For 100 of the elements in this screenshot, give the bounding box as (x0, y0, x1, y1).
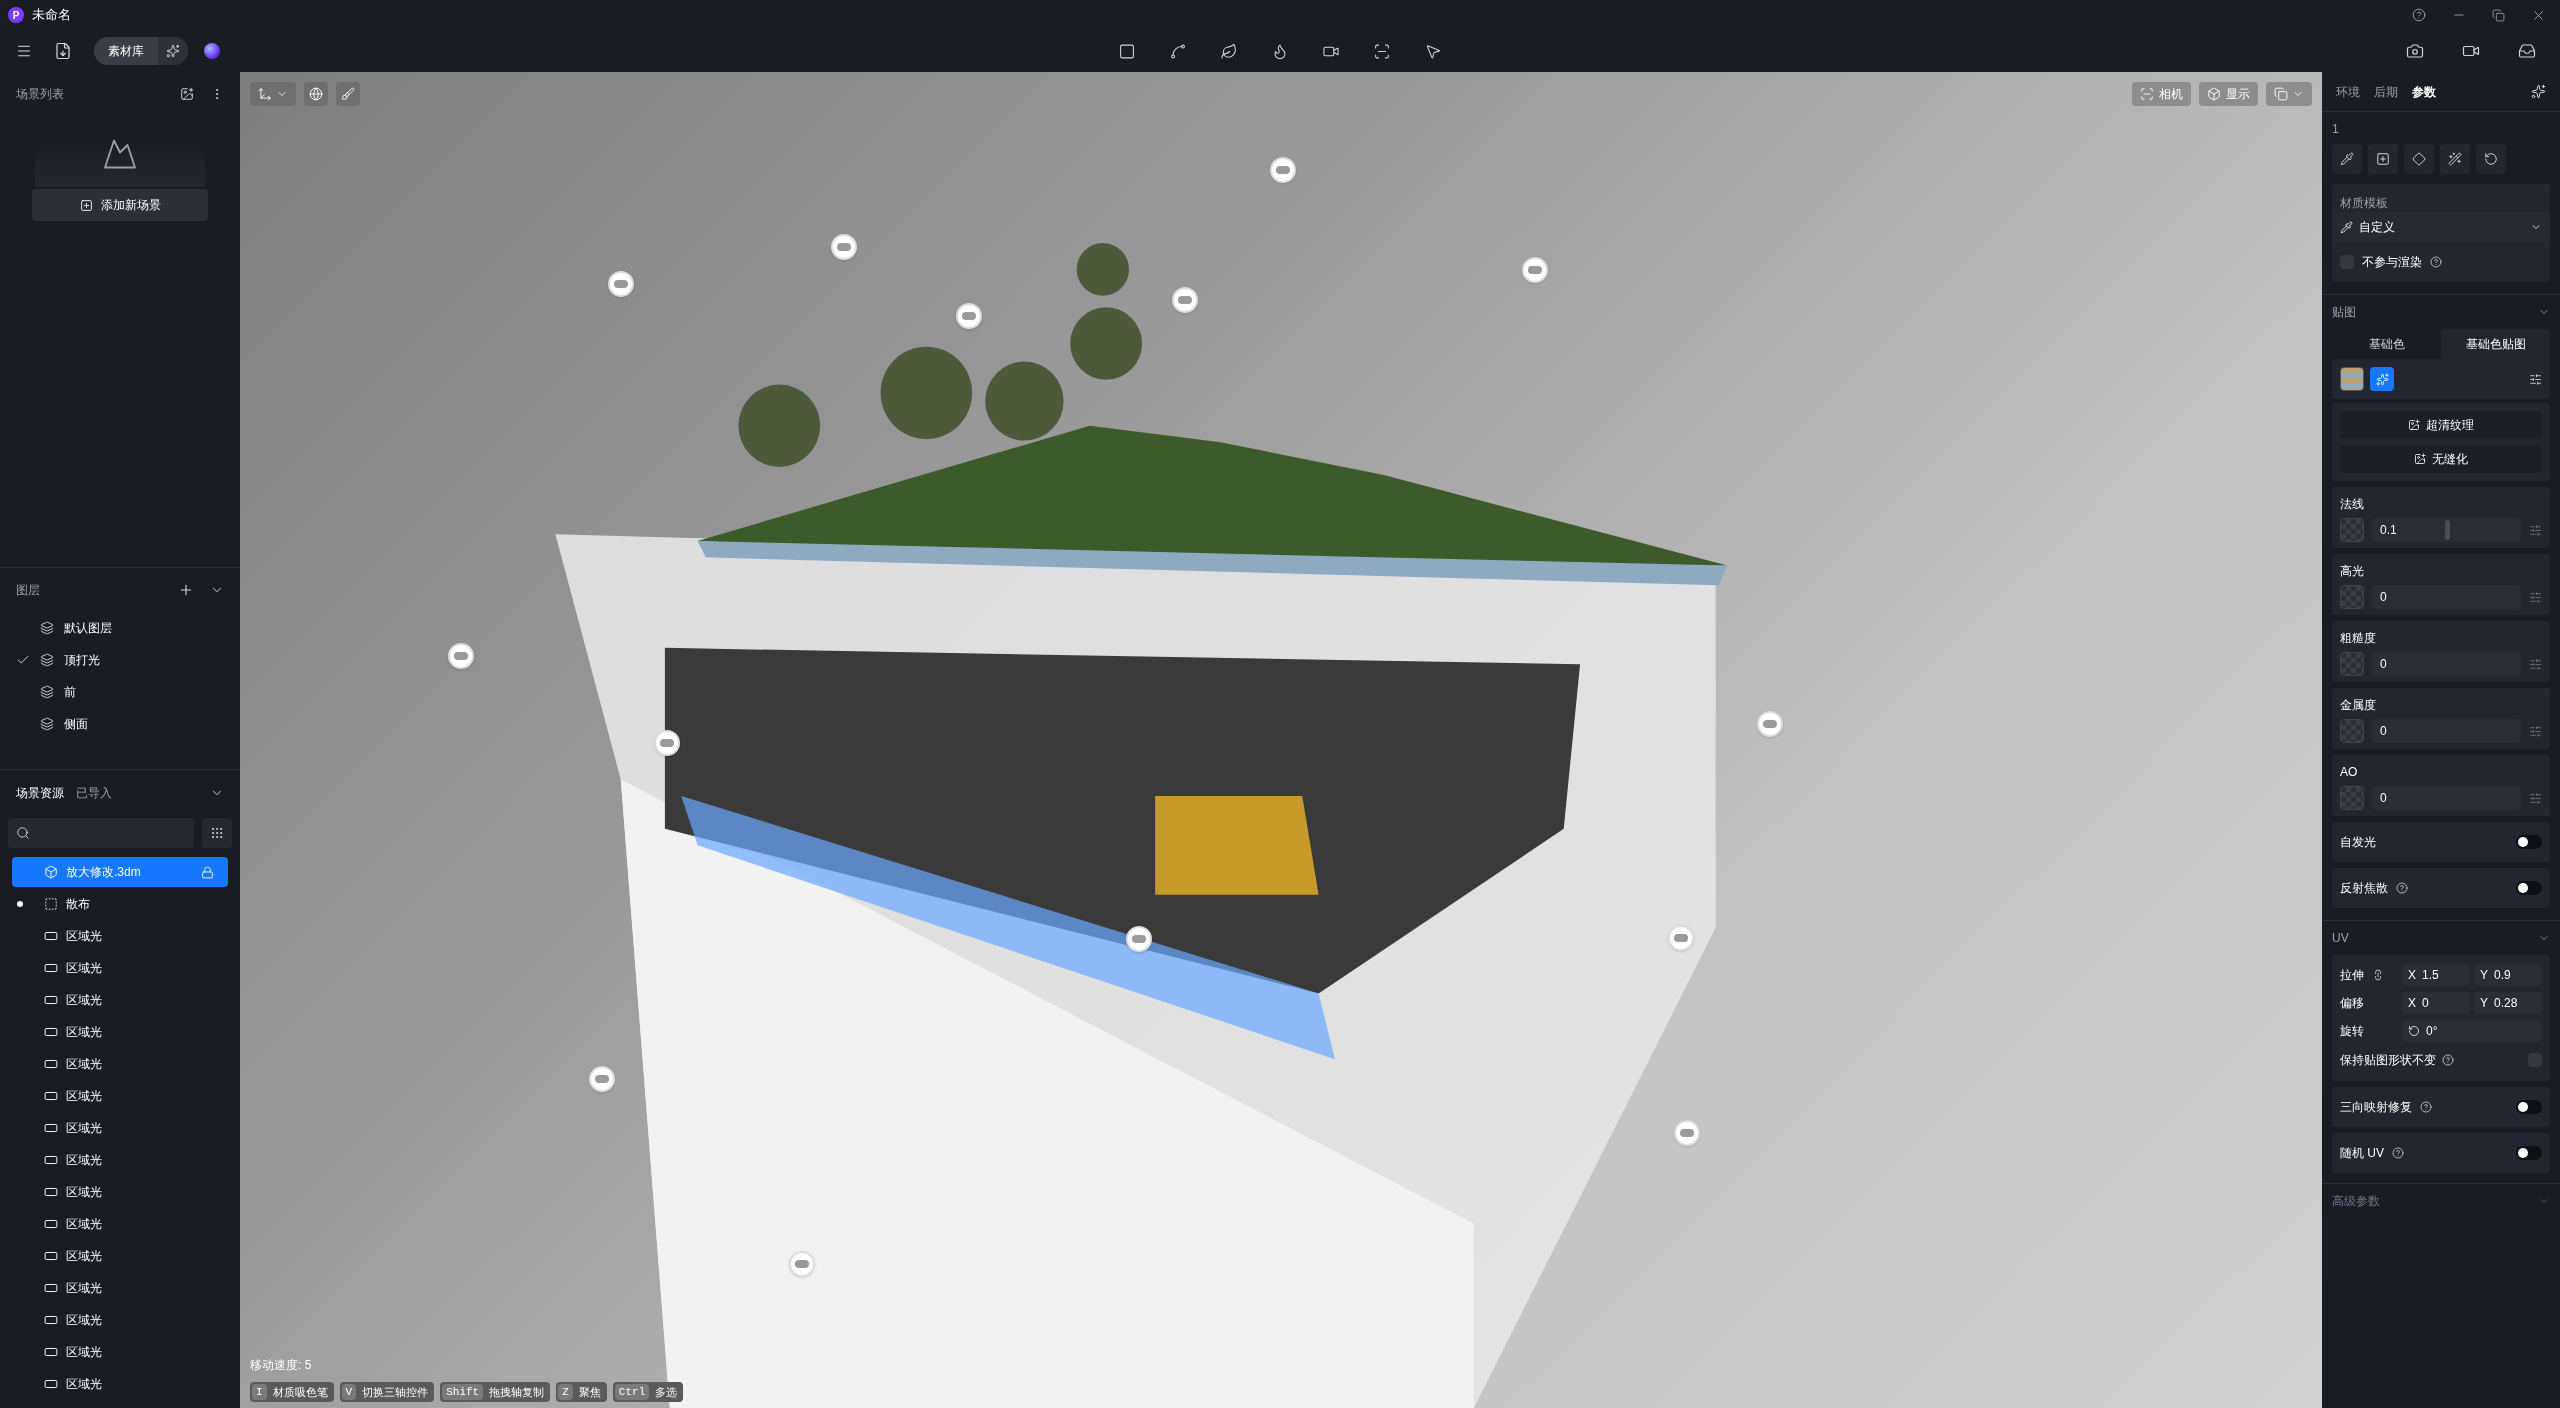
reset-icon[interactable] (2476, 144, 2506, 174)
shortcut-label: 拖拽轴复制 (489, 1384, 545, 1400)
map-tab[interactable]: 基础色 (2332, 329, 2441, 359)
shortcut-label: 聚焦 (578, 1384, 601, 1400)
gizmo-dropdown[interactable] (250, 82, 296, 106)
tree-item[interactable]: 区域光 (12, 1241, 228, 1271)
viewport[interactable]: 相机 显示 移动速度: 5 I 材质吸色笔 V 切换三轴控件 Shift 拖拽轴复制 Z 聚焦 Ctrl 多选 (240, 72, 2322, 1408)
ai-texture-button[interactable] (2370, 367, 2394, 391)
section-header[interactable]: UV (2332, 921, 2550, 955)
grid-view-button[interactable] (202, 818, 232, 848)
texture-tool-button[interactable]: 无缝化 (2340, 445, 2542, 473)
value-field[interactable]: X 0 (2402, 992, 2470, 1014)
tree-item[interactable]: 区域光 (12, 1113, 228, 1143)
value-field[interactable]: Y 0.28 (2474, 992, 2542, 1014)
lock-icon (201, 865, 214, 879)
ai-button[interactable] (158, 37, 188, 65)
field-label: 材质模板 (2339, 195, 2389, 212)
tree-item[interactable]: 区域光 (12, 1337, 228, 1367)
layer-item[interactable]: 默认图层 (0, 612, 240, 644)
resource-tab[interactable]: 场景资源 (16, 784, 64, 802)
uv-label: 偏移 (2340, 995, 2365, 1012)
map-tab[interactable]: 基础色贴图 (2441, 329, 2550, 359)
light-marker-icon[interactable] (1270, 156, 1297, 183)
search-field[interactable] (8, 818, 194, 848)
rectangle-tool-icon[interactable] (1118, 42, 1136, 60)
library-button[interactable]: 素材库 (94, 37, 158, 65)
toggle-switch[interactable] (2516, 1100, 2542, 1114)
tree-item[interactable]: 区域光 (12, 921, 228, 951)
tree-item[interactable]: 散布 (12, 889, 228, 919)
tree-item[interactable]: 区域光 (12, 1273, 228, 1303)
value-field[interactable]: 0 (2372, 786, 2521, 810)
value-field[interactable]: 0.1 (2372, 518, 2521, 542)
rotate-icon (2408, 1025, 2420, 1037)
toggle-switch[interactable] (2516, 835, 2542, 849)
toggle-switch[interactable] (2516, 881, 2542, 895)
texture-thumbnail[interactable] (2340, 367, 2364, 391)
tree-item[interactable]: 区域光 (12, 1209, 228, 1239)
tree-item[interactable]: 区域光 (12, 985, 228, 1015)
section-header[interactable]: 贴图 (2332, 295, 2550, 329)
value-field[interactable]: 0 (2372, 652, 2521, 676)
value-field[interactable]: 0 (2372, 719, 2521, 743)
tree-item[interactable]: 区域光 (12, 1369, 228, 1399)
tree-item[interactable]: 区域光 (12, 1081, 228, 1111)
light-marker-icon[interactable] (955, 303, 982, 330)
inspector-tab[interactable]: 后期 (2374, 82, 2398, 101)
light-marker-icon[interactable] (830, 234, 857, 260)
adjust-icon[interactable] (2529, 372, 2542, 386)
tree-item[interactable]: 区域光 (12, 1049, 228, 1079)
value-field[interactable]: 0 (2372, 585, 2521, 609)
path-tool-icon[interactable] (1169, 42, 1187, 60)
brush-button[interactable] (336, 82, 360, 106)
ai-material-icon[interactable] (2440, 144, 2470, 174)
globe-button[interactable] (304, 82, 328, 106)
help-icon (2442, 1054, 2454, 1066)
square-plus-icon (79, 198, 93, 212)
resource-tab[interactable]: 已导入 (76, 784, 112, 802)
param-label: 法线 (2340, 496, 2365, 513)
layer-item[interactable]: 前 (0, 676, 240, 708)
inspector-tab[interactable]: 环境 (2336, 82, 2360, 101)
tree-item[interactable]: 区域光 (12, 1305, 228, 1335)
slider-thumb[interactable] (2444, 520, 2450, 540)
shortcut-label: 切换三轴控件 (362, 1384, 429, 1400)
value-field[interactable]: 0° (2402, 1020, 2542, 1042)
light-marker-icon[interactable] (608, 271, 634, 298)
tree-item[interactable]: 区域光 (12, 1177, 228, 1207)
rectangle-icon (44, 1025, 58, 1039)
light-marker-icon[interactable] (1522, 256, 1548, 283)
rectangle-icon (44, 1377, 58, 1391)
gradient-orb-icon[interactable] (204, 43, 220, 59)
tree-item[interactable]: 区域光 (12, 953, 228, 983)
value-field[interactable]: X 1.5 (2402, 964, 2470, 986)
rectangle-icon (44, 1345, 58, 1359)
add-icon[interactable] (178, 582, 194, 598)
import-button[interactable] (54, 42, 72, 60)
add-copy-icon[interactable] (2368, 144, 2398, 174)
inspector-tab[interactable]: 参数 (2412, 82, 2436, 101)
toggle-switch[interactable] (2516, 1146, 2542, 1160)
add-scene-icon[interactable] (180, 87, 194, 101)
help-icon (2430, 256, 2442, 268)
add-scene-button[interactable]: 添加新场景 (32, 189, 208, 221)
scatter-icon (44, 897, 58, 911)
axes-icon (258, 87, 272, 101)
tree-item[interactable]: 区域光 (12, 1017, 228, 1047)
layer-item[interactable]: 顶打光 (0, 644, 240, 676)
sparkle-icon (2375, 372, 2389, 386)
help-icon (2412, 8, 2426, 22)
light-marker-icon[interactable] (1674, 1119, 1700, 1146)
light-marker-icon[interactable] (1172, 287, 1199, 314)
value-field[interactable]: Y 0.9 (2474, 964, 2542, 986)
light-marker-icon[interactable] (447, 642, 474, 669)
section-header[interactable]: 高级参数 (2332, 1184, 2550, 1218)
grid-dots-icon (210, 826, 224, 840)
light-marker-icon[interactable] (589, 1066, 616, 1093)
menu-button[interactable] (16, 43, 32, 59)
light-marker-icon[interactable] (1757, 710, 1784, 737)
tree-item[interactable]: 区域光 (12, 1145, 228, 1175)
layer-item[interactable]: 侧面 (0, 708, 240, 740)
tree-item[interactable]: 放大修改.3dm (12, 857, 228, 887)
texture-tool-button[interactable]: 超清纹理 (2340, 411, 2542, 439)
pipette-icon[interactable] (2332, 144, 2362, 174)
